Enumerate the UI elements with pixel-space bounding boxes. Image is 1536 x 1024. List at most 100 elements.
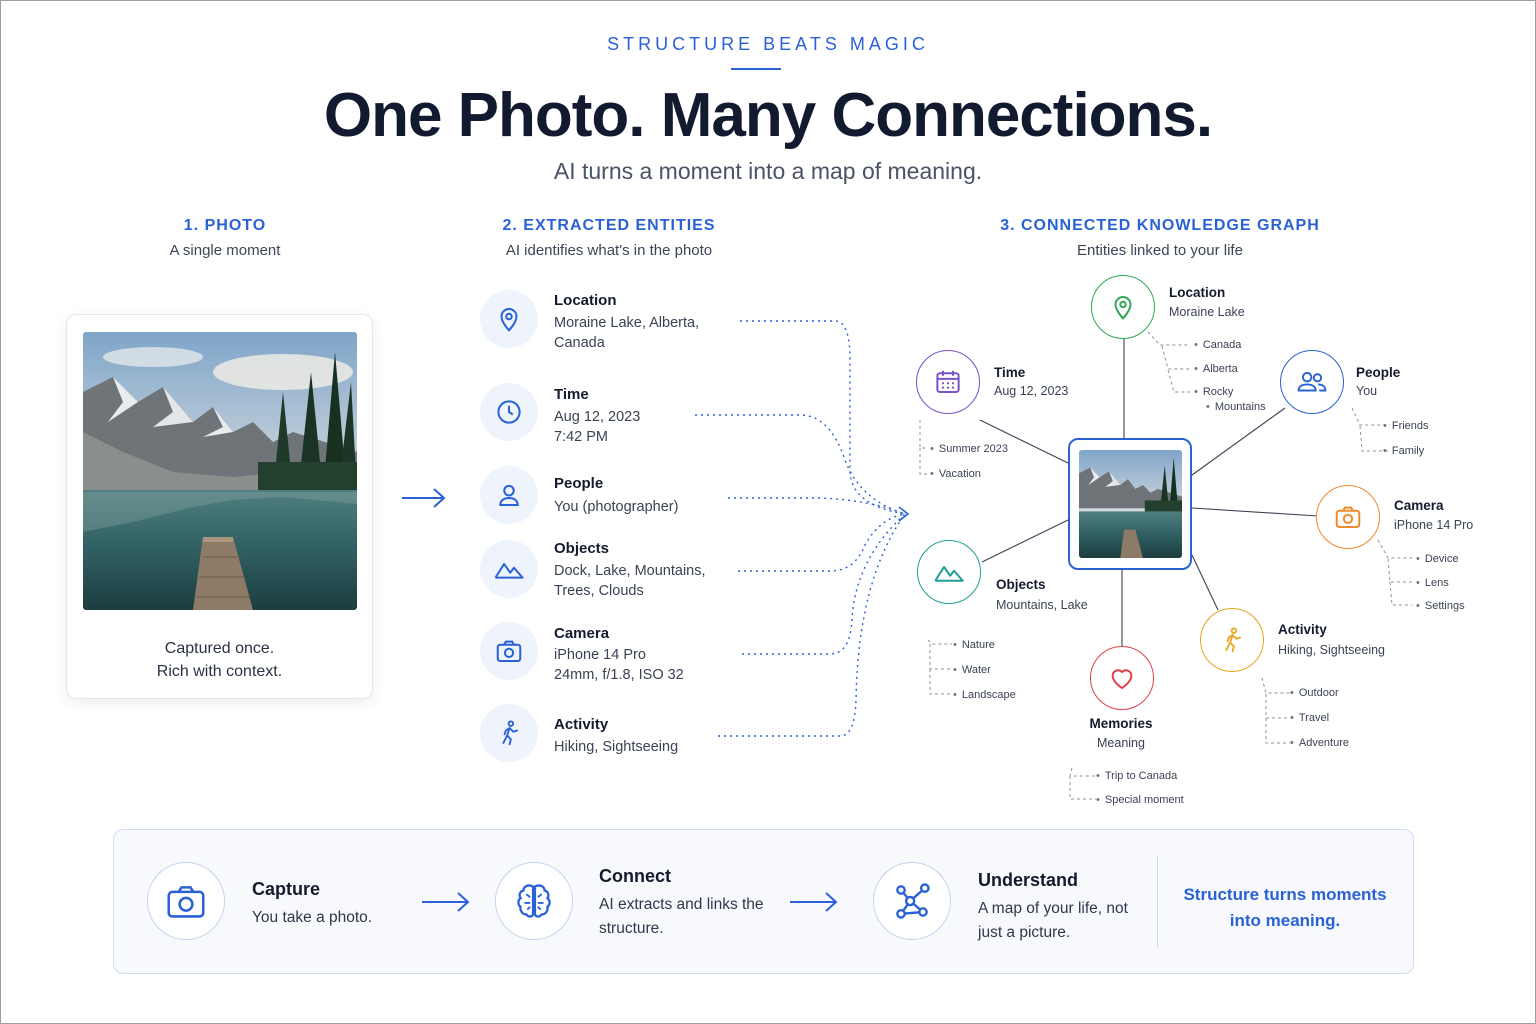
graph-column-heading: 3. CONNECTED KNOWLEDGE GRAPH bbox=[1000, 217, 1320, 234]
step-understand-text: A map of your life, not just a picture. bbox=[978, 900, 1128, 941]
brain-icon bbox=[517, 884, 551, 918]
arrow-right-icon bbox=[422, 892, 470, 912]
entity-people-title: People bbox=[554, 475, 604, 492]
graph-activity-leaf-outdoor: Outdoor bbox=[1290, 686, 1339, 700]
graph-objects-title: Objects bbox=[996, 577, 1046, 592]
camera-icon bbox=[167, 886, 205, 918]
graph-location-leaf-alberta: Alberta bbox=[1194, 362, 1238, 376]
graph-edges bbox=[919, 331, 1412, 800]
graph-time-title: Time bbox=[994, 365, 1026, 380]
summary-tagline: Structure turns moments into meaning. bbox=[1183, 885, 1387, 930]
graph-location-sub: Moraine Lake bbox=[1169, 305, 1245, 319]
entity-camera-title: Camera bbox=[554, 625, 610, 642]
lake-photo-thumbnail bbox=[1079, 450, 1182, 558]
graph-memories-leaf-special: Special moment bbox=[1096, 793, 1184, 807]
graph-memories-title: Memories bbox=[1089, 716, 1153, 731]
graph-camera-leaf-settings: Settings bbox=[1416, 599, 1465, 613]
entity-location-icon bbox=[480, 290, 538, 348]
step-connect-icon bbox=[495, 862, 573, 940]
entity-location-title: Location bbox=[554, 292, 617, 309]
arrow-right-icon bbox=[402, 488, 446, 508]
graph-location-leaf-rocky: Rocky bbox=[1194, 385, 1234, 399]
photo-caption-line-1: Captured once. bbox=[164, 640, 275, 657]
graph-location-leaf-mountains: Mountains bbox=[1206, 400, 1266, 414]
step-capture-title: Capture bbox=[252, 879, 321, 899]
graph-location-leaf-mountains-text: Mountains bbox=[1214, 401, 1266, 413]
graph-camera-sub: iPhone 14 Pro bbox=[1394, 518, 1474, 532]
eyebrow-rule bbox=[731, 68, 781, 70]
location-pin-icon bbox=[500, 308, 518, 332]
graph-node-camera bbox=[1316, 485, 1380, 549]
entities-column-heading: 2. EXTRACTED ENTITIES bbox=[502, 217, 716, 234]
step-understand-icon bbox=[873, 862, 951, 940]
graph-center-photo bbox=[1068, 438, 1192, 570]
summary-divider bbox=[1157, 855, 1158, 947]
entity-time-title: Time bbox=[554, 386, 589, 403]
photo-card: Captured once. Rich with context. bbox=[66, 314, 373, 699]
heart-icon bbox=[1111, 669, 1133, 689]
graph-activity-leaf-travel: Travel bbox=[1290, 711, 1329, 725]
graph-node-activity bbox=[1200, 608, 1264, 672]
graph-people-leaf-friends: Friends bbox=[1383, 419, 1429, 433]
photo-caption-line-2: Rich with context. bbox=[156, 663, 283, 680]
graph-memories-leaf-trip: Trip to Canada bbox=[1096, 769, 1177, 783]
graph-column-sub: Entities linked to your life bbox=[1077, 242, 1243, 259]
entity-time-icon bbox=[480, 383, 538, 441]
graph-location-title: Location bbox=[1169, 285, 1226, 300]
people-icon bbox=[1297, 371, 1327, 392]
entity-connectors bbox=[695, 320, 910, 737]
graph-people-sub: You bbox=[1356, 384, 1378, 398]
step-connect-title: Connect bbox=[599, 866, 671, 886]
entities-column-sub: AI identifies what's in the photo bbox=[505, 242, 713, 259]
arrow-right-icon bbox=[790, 892, 838, 912]
clock-icon bbox=[497, 400, 521, 424]
graph-people-leaf-family: Family bbox=[1383, 444, 1424, 458]
camera-icon bbox=[496, 640, 522, 662]
graph-objects-leaf-water: Water bbox=[953, 663, 991, 677]
mountain-icon bbox=[494, 563, 524, 579]
step-connect-text: AI extracts and links the structure. bbox=[599, 896, 764, 937]
graph-activity-title: Activity bbox=[1278, 622, 1327, 637]
page-subtitle: AI turns a moment into a map of meaning. bbox=[553, 158, 983, 184]
eyebrow: STRUCTURE BEATS MAGIC bbox=[607, 34, 929, 54]
graph-node-people bbox=[1280, 350, 1344, 414]
graph-node-memories bbox=[1090, 646, 1154, 710]
graph-node-time bbox=[916, 350, 980, 414]
photo-caption: Captured once. Rich with context. bbox=[67, 637, 372, 683]
graph-objects-sub: Mountains, Lake bbox=[996, 598, 1088, 612]
graph-activity-leaf-adventure: Adventure bbox=[1290, 736, 1349, 750]
graph-camera-leaf-device: Device bbox=[1416, 552, 1459, 566]
graph-memories-sub: Meaning bbox=[1097, 736, 1145, 750]
graph-camera-leaf-lens: Lens bbox=[1416, 576, 1449, 590]
graph-location-leaf-canada: Canada bbox=[1194, 338, 1242, 352]
graph-people-title: People bbox=[1356, 365, 1401, 380]
step-understand-title: Understand bbox=[978, 870, 1079, 890]
graph-time-sub: Aug 12, 2023 bbox=[994, 384, 1069, 398]
camera-icon bbox=[1335, 506, 1361, 528]
network-icon bbox=[896, 883, 930, 919]
graph-objects-leaf-nature: Nature bbox=[953, 638, 995, 652]
photo-column-sub: A single moment bbox=[169, 242, 281, 259]
photo-column-heading: 1. PHOTO bbox=[183, 217, 267, 234]
hiker-icon bbox=[502, 720, 519, 746]
entity-people-icon bbox=[480, 466, 538, 524]
calendar-icon bbox=[936, 370, 960, 393]
entity-activity-title: Activity bbox=[554, 716, 609, 733]
mountain-icon bbox=[934, 566, 964, 582]
graph-objects-leaf-landscape: Landscape bbox=[953, 688, 1016, 702]
graph-time-leaf-summer: Summer 2023 bbox=[930, 442, 1008, 456]
graph-node-location bbox=[1091, 275, 1155, 339]
hiker-icon bbox=[1225, 627, 1242, 653]
person-icon bbox=[499, 484, 519, 506]
step-capture-icon bbox=[147, 862, 225, 940]
entity-camera-icon bbox=[480, 622, 538, 680]
entity-objects-title: Objects bbox=[554, 540, 610, 557]
page-title: One Photo. Many Connections. bbox=[323, 81, 1213, 150]
location-pin-icon bbox=[1114, 296, 1132, 320]
lake-photo bbox=[83, 332, 357, 610]
graph-activity-sub: Hiking, Sightseeing bbox=[1278, 643, 1386, 657]
graph-camera-title: Camera bbox=[1394, 498, 1444, 513]
graph-node-objects bbox=[917, 540, 981, 604]
graph-time-leaf-vacation: Vacation bbox=[930, 467, 981, 481]
entity-objects-icon bbox=[480, 540, 538, 598]
